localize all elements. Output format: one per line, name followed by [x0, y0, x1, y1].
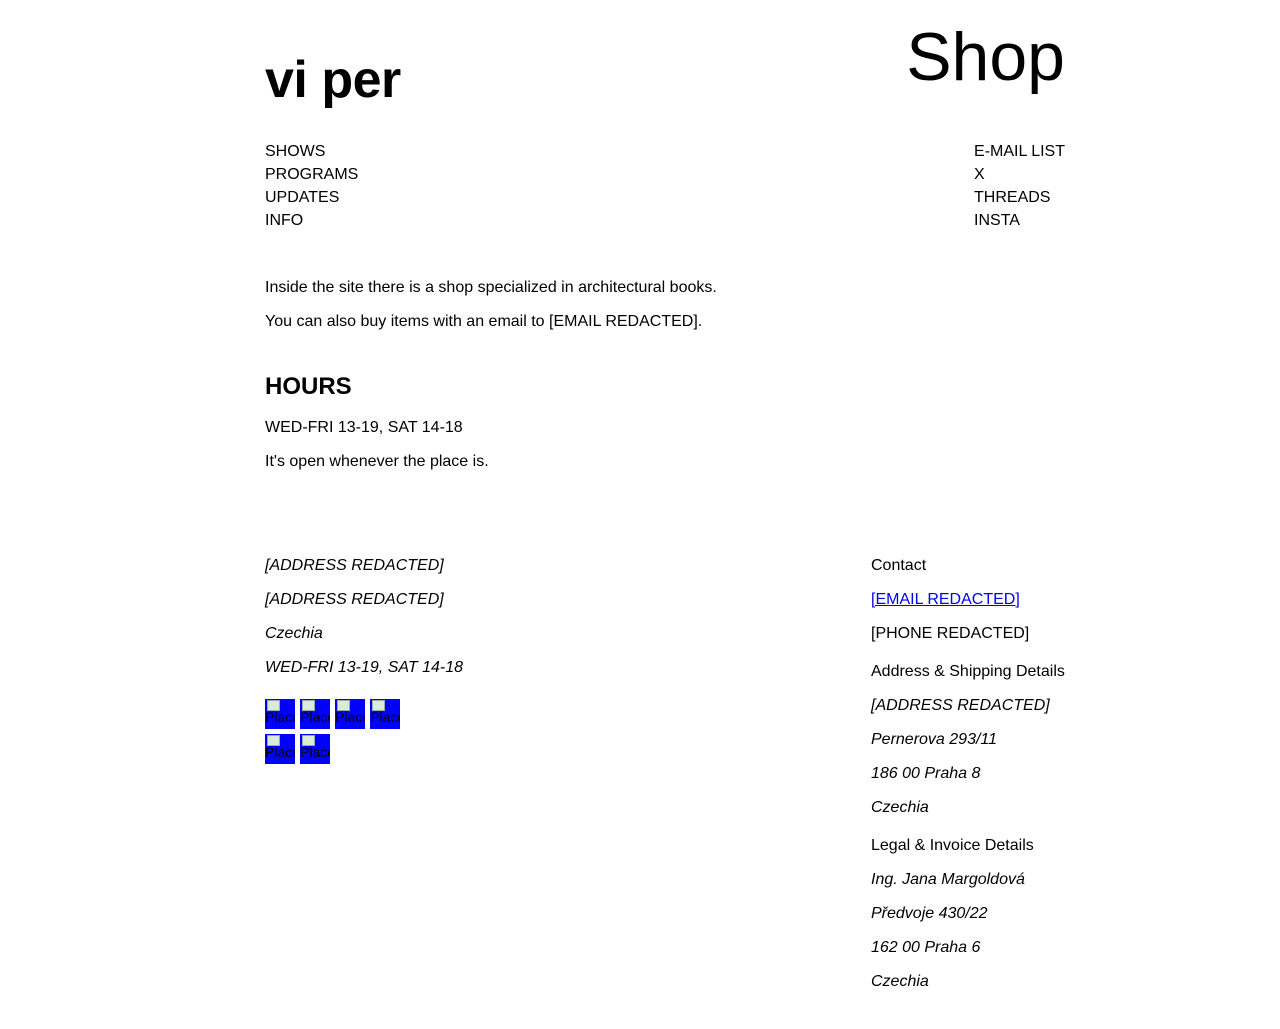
image-alt-text: Placeholder — [335, 709, 365, 725]
shipping-line: [ADDRESS REDACTED] — [871, 697, 1050, 714]
image-alt-text: Placeholder — [370, 709, 400, 725]
contact-phone: [PHONE REDACTED] — [871, 625, 1030, 642]
hours-section: WED-FRI 13-19, SAT 14-18 It's open whene… — [265, 418, 489, 486]
site-logo[interactable]: vi per — [265, 50, 401, 110]
legal-line: Předvoje 430/22 — [871, 905, 988, 922]
legal-line: Ing. Jana Margoldová — [871, 871, 1025, 888]
hours-schedule: WED-FRI 13-19, SAT 14-18 — [265, 419, 463, 436]
image-alt-text: Placeholder — [265, 709, 295, 725]
social-nav: E-MAIL LIST X THREADS INSTA — [974, 140, 1065, 232]
nav-item-insta[interactable]: INSTA — [974, 209, 1065, 232]
thumbnail-image[interactable]: Placeholder — [265, 699, 295, 729]
nav-item-info[interactable]: INFO — [265, 209, 358, 232]
legal-heading: Legal & Invoice Details — [871, 837, 1034, 854]
shipping-line: Czechia — [871, 799, 929, 816]
hours-note: It's open whenever the place is. — [265, 453, 489, 470]
thumbnail-image[interactable]: Placeholder — [335, 699, 365, 729]
nav-item-x[interactable]: X — [974, 163, 1065, 186]
shipping-line: 186 00 Praha 8 — [871, 765, 981, 782]
legal-line: Czechia — [871, 973, 929, 990]
nav-item-updates[interactable]: UPDATES — [265, 186, 358, 209]
footer-address-line-2: [ADDRESS REDACTED] — [265, 591, 444, 608]
legal-line: 162 00 Praha 6 — [871, 939, 981, 956]
shipping-line: Pernerova 293/11 — [871, 731, 998, 748]
image-alt-text: Placeholder — [265, 744, 295, 760]
thumbnail-image[interactable]: Placeholder — [370, 699, 400, 729]
shipping-heading: Address & Shipping Details — [871, 663, 1065, 680]
footer-address-line-1: [ADDRESS REDACTED] — [265, 557, 444, 574]
nav-item-email-list[interactable]: E-MAIL LIST — [974, 140, 1065, 163]
thumbnail-image[interactable]: Placeholder — [300, 699, 330, 729]
intro-text-email: You can also buy items with an email to … — [265, 313, 703, 330]
contact-email-link[interactable]: [EMAIL REDACTED] — [871, 591, 1020, 608]
intro-text-shop: Inside the site there is a shop speciali… — [265, 279, 717, 296]
footer-country: Czechia — [265, 625, 323, 642]
nav-item-shows[interactable]: SHOWS — [265, 140, 358, 163]
hours-heading: HOURS — [265, 373, 352, 400]
page-title: Shop — [906, 19, 1065, 95]
contact-heading: Contact — [871, 557, 927, 574]
image-alt-text: Placeholder — [300, 709, 330, 725]
footer-contact: Contact [EMAIL REDACTED] [PHONE REDACTED… — [871, 556, 1071, 1006]
nav-item-threads[interactable]: THREADS — [974, 186, 1065, 209]
footer-address: [ADDRESS REDACTED] [ADDRESS REDACTED] Cz… — [265, 556, 463, 692]
image-thumbnails: Placeholder Placeholder Placeholder Placeho… — [265, 699, 405, 769]
page-container: vi per Shop SHOWS PROGRAMS UPDATES INFO … — [265, 0, 1065, 1029]
image-alt-text: Placeholder — [300, 744, 330, 760]
thumbnail-image[interactable]: Placeholder — [265, 734, 295, 764]
shop-intro: Inside the site there is a shop speciali… — [265, 278, 717, 346]
thumbnail-image[interactable]: Placeholder — [300, 734, 330, 764]
nav-item-programs[interactable]: PROGRAMS — [265, 163, 358, 186]
main-nav: SHOWS PROGRAMS UPDATES INFO — [265, 140, 358, 232]
footer-hours: WED-FRI 13-19, SAT 14-18 — [265, 659, 463, 676]
